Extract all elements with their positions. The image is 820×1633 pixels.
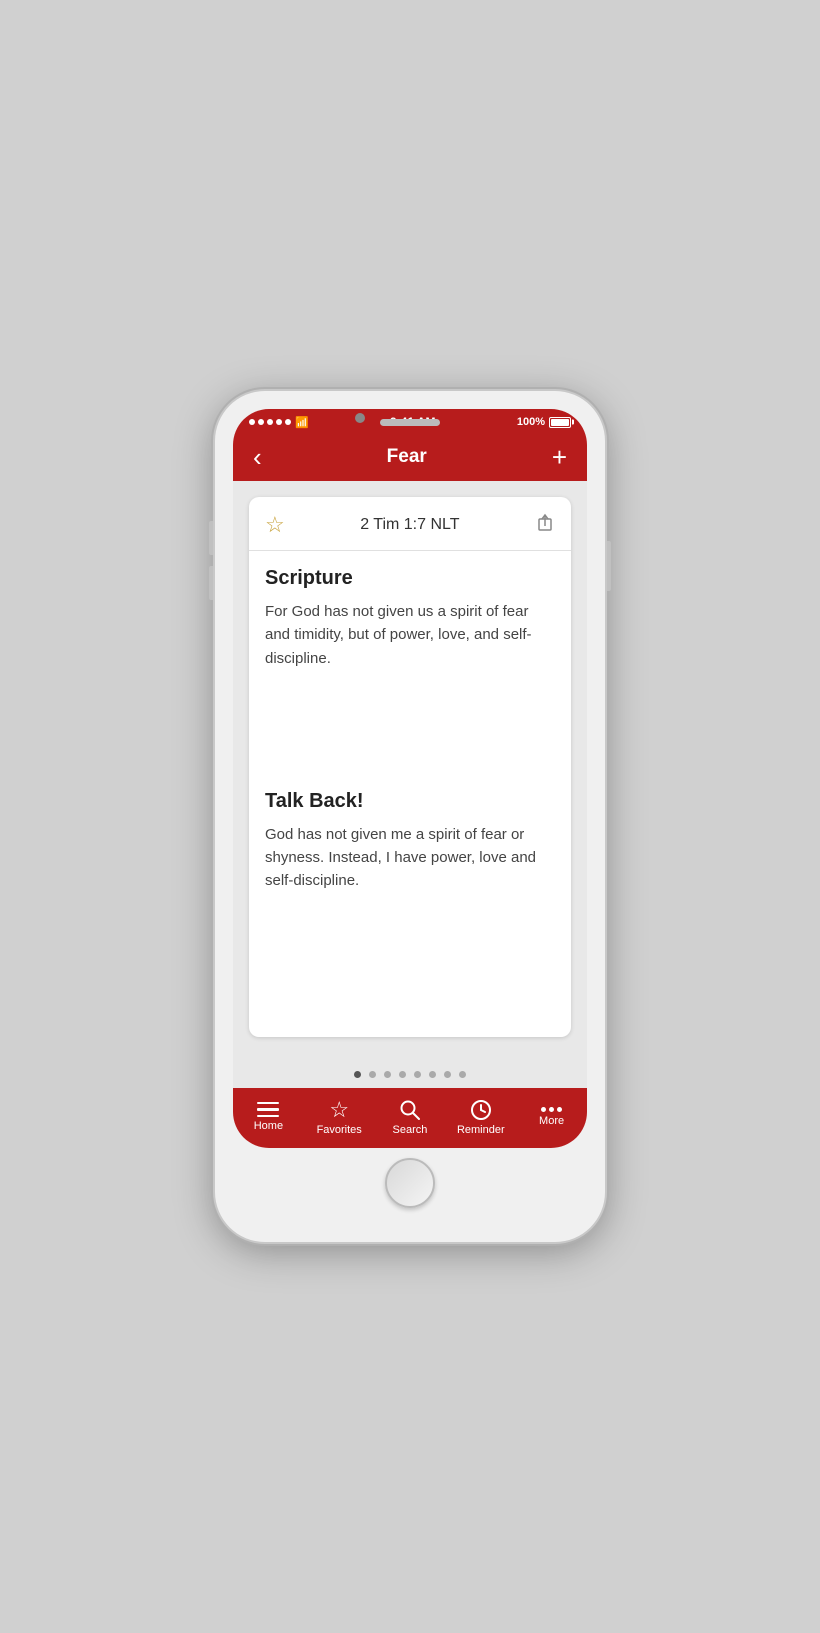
power-button <box>607 541 611 591</box>
favorites-star-icon: ☆ <box>329 1099 349 1121</box>
tab-search[interactable]: Search <box>380 1099 440 1136</box>
clock-icon <box>470 1099 492 1121</box>
card-header: ☆ 2 Tim 1:7 NLT <box>249 497 571 551</box>
tab-bar: Home ☆ Favorites Search <box>233 1088 587 1148</box>
battery-icon <box>549 417 571 428</box>
home-icon <box>257 1102 279 1118</box>
camera <box>355 413 365 423</box>
signal-dot-4 <box>276 419 282 425</box>
scripture-text: For God has not given us a spirit of fea… <box>265 600 555 670</box>
tab-reminder-label: Reminder <box>457 1124 505 1136</box>
phone-frame: 📶 9:41 AM 100% ‹ Fear + ☆ 2 Tim 1:7 NLT <box>215 391 605 1242</box>
spacer <box>265 670 555 790</box>
signal-dot-3 <box>267 419 273 425</box>
tab-more[interactable]: More <box>522 1107 582 1127</box>
page-dot-7[interactable] <box>444 1071 451 1078</box>
scripture-heading: Scripture <box>265 567 555 590</box>
home-btn-area <box>233 1148 587 1224</box>
page-dot-3[interactable] <box>384 1071 391 1078</box>
page-title: Fear <box>387 446 427 468</box>
search-icon <box>399 1099 421 1121</box>
tab-reminder[interactable]: Reminder <box>451 1099 511 1136</box>
tab-search-label: Search <box>393 1124 428 1136</box>
tab-home[interactable]: Home <box>238 1102 298 1133</box>
status-right: 100% <box>517 416 571 428</box>
page-dot-5[interactable] <box>414 1071 421 1078</box>
favorite-star-icon[interactable]: ☆ <box>265 512 285 538</box>
verse-reference: 2 Tim 1:7 NLT <box>360 516 459 534</box>
vol-down-button <box>209 566 213 600</box>
signal-dots <box>249 419 291 425</box>
tab-more-label: More <box>539 1115 564 1127</box>
verse-card: ☆ 2 Tim 1:7 NLT Scripture For God has no… <box>249 497 571 1037</box>
nav-bar: ‹ Fear + <box>233 433 587 481</box>
status-left: 📶 <box>249 416 309 429</box>
vol-up-button <box>209 521 213 555</box>
pagination-dots <box>233 1061 587 1088</box>
signal-dot-5 <box>285 419 291 425</box>
more-dots-icon <box>541 1107 562 1112</box>
card-body: Scripture For God has not given us a spi… <box>249 551 571 913</box>
home-button[interactable] <box>385 1158 435 1208</box>
battery-percent: 100% <box>517 416 545 428</box>
page-dot-8[interactable] <box>459 1071 466 1078</box>
battery-fill <box>551 419 569 426</box>
tab-favorites-label: Favorites <box>317 1124 362 1136</box>
back-button[interactable]: ‹ <box>253 444 262 470</box>
wifi-icon: 📶 <box>295 416 309 429</box>
talk-back-heading: Talk Back! <box>265 790 555 813</box>
tab-home-label: Home <box>254 1120 283 1132</box>
share-icon <box>535 511 555 533</box>
signal-dot-2 <box>258 419 264 425</box>
tab-favorites[interactable]: ☆ Favorites <box>309 1099 369 1136</box>
page-dot-6[interactable] <box>429 1071 436 1078</box>
signal-dot-1 <box>249 419 255 425</box>
page-dot-4[interactable] <box>399 1071 406 1078</box>
page-dot-1[interactable] <box>354 1071 361 1078</box>
talk-back-text: God has not given me a spirit of fear or… <box>265 823 555 893</box>
phone-screen: 📶 9:41 AM 100% ‹ Fear + ☆ 2 Tim 1:7 NLT <box>233 409 587 1148</box>
add-button[interactable]: + <box>552 444 567 470</box>
content-area: ☆ 2 Tim 1:7 NLT Scripture For God has no… <box>233 481 587 1061</box>
page-dot-2[interactable] <box>369 1071 376 1078</box>
share-button[interactable] <box>535 511 555 538</box>
speaker <box>380 419 440 426</box>
